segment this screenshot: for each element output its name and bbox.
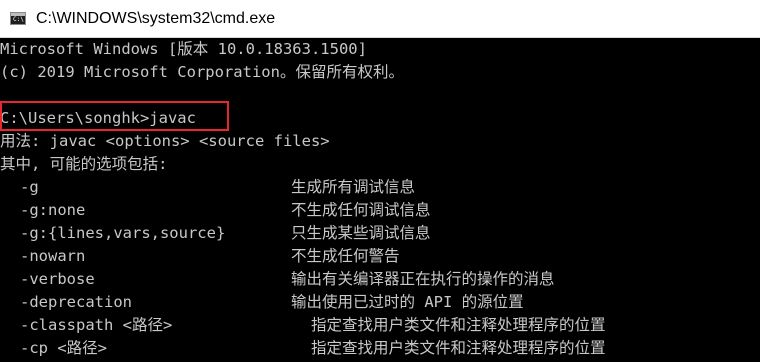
title-bar[interactable]: C:\ C:\WINDOWS\system32\cmd.exe bbox=[0, 0, 760, 38]
banner-line: Microsoft Windows [版本 10.0.18363.1500] bbox=[0, 40, 367, 58]
console-output[interactable]: Microsoft Windows [版本 10.0.18363.1500] (… bbox=[0, 38, 760, 362]
option-description: 不生成任何警告 bbox=[291, 247, 400, 265]
option-flag: -nowarn bbox=[20, 247, 86, 265]
option-description: 输出有关编译器正在执行的操作的消息 bbox=[291, 270, 555, 288]
option-flag: -cp <路径> bbox=[20, 339, 107, 357]
window-title: C:\WINDOWS\system32\cmd.exe bbox=[36, 10, 276, 27]
options-header: 其中, 可能的选项包括: bbox=[0, 155, 168, 173]
highlight-box bbox=[0, 101, 229, 131]
option-flag: -g:{lines,vars,source} bbox=[20, 224, 226, 242]
copyright-line: (c) 2019 Microsoft Corporation。保留所有权利。 bbox=[0, 63, 404, 81]
option-description: 生成所有调试信息 bbox=[291, 178, 416, 196]
cmd-icon[interactable]: C:\ bbox=[10, 12, 26, 25]
option-flag: -deprecation bbox=[20, 293, 132, 311]
option-flag: -classpath <路径> bbox=[20, 316, 173, 334]
option-description: 指定查找用户类文件和注释处理程序的位置 bbox=[311, 316, 606, 334]
usage-line: 用法: javac <options> <source files> bbox=[0, 132, 330, 150]
option-description: 只生成某些调试信息 bbox=[291, 224, 431, 242]
option-flag: -verbose bbox=[20, 270, 95, 288]
option-description: 输出使用已过时的 API 的源位置 bbox=[291, 293, 524, 311]
option-description: 不生成任何调试信息 bbox=[291, 201, 431, 219]
option-flag: -g bbox=[20, 178, 39, 196]
option-description: 指定查找用户类文件和注释处理程序的位置 bbox=[311, 339, 606, 357]
cmd-window: C:\ C:\WINDOWS\system32\cmd.exe Microsof… bbox=[0, 0, 760, 362]
option-flag: -g:none bbox=[20, 201, 86, 219]
